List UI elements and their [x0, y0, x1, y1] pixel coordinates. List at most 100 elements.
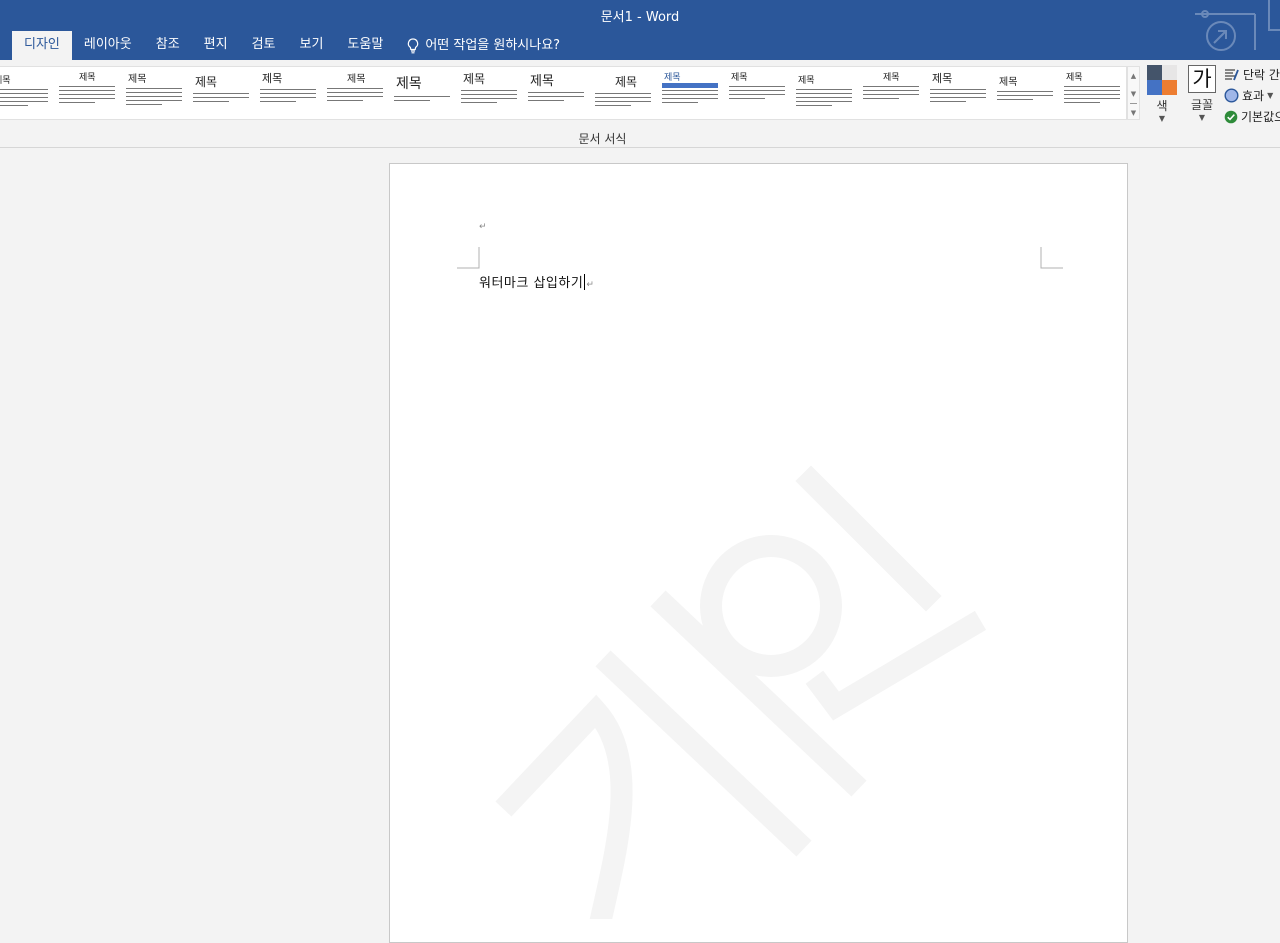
document-body-text[interactable]: 워터마크 삽입하기 ↵: [479, 272, 594, 291]
theme-fonts-button[interactable]: 가 글꼴 ▼: [1186, 64, 1218, 124]
style-set-heading: 제목: [195, 75, 218, 89]
gallery-scroll-down-icon[interactable]: ▼: [1128, 85, 1139, 103]
style-set-text-line: [1064, 98, 1120, 99]
theme-colors-button[interactable]: 색 ▼: [1146, 64, 1178, 124]
style-set-text-line: [729, 90, 785, 91]
style-set-thumbnail[interactable]: 제목: [457, 69, 519, 119]
swatch-cell: [1162, 80, 1177, 95]
effects-button[interactable]: 효과 ▼: [1224, 85, 1280, 106]
style-set-text-line: [997, 91, 1053, 92]
style-set-text-line: [193, 101, 229, 102]
window-title: 문서1 - Word: [600, 10, 680, 25]
style-set-text-line: [126, 100, 182, 101]
style-set-accent-bar: [662, 83, 718, 88]
style-set-text-line: [59, 86, 115, 87]
style-set-thumbnail[interactable]: 제목: [390, 69, 452, 119]
style-set-text-line: [662, 98, 718, 99]
style-set-heading: 제목: [798, 76, 815, 86]
style-set-thumbnail[interactable]: 제목: [993, 69, 1055, 119]
style-set-text-line: [997, 95, 1053, 96]
tell-me-search[interactable]: 어떤 작업을 원하시나요?: [407, 31, 560, 60]
style-set-thumbnail[interactable]: 제목: [725, 69, 787, 119]
style-set-heading: 제목: [79, 73, 96, 83]
style-set-thumbnail[interactable]: 제목: [0, 69, 50, 119]
style-set-thumbnail[interactable]: 제목: [792, 69, 854, 119]
style-set-thumbnail[interactable]: 제목: [591, 69, 653, 119]
style-set-thumbnail[interactable]: 제목: [658, 69, 720, 119]
title-bar-decoration: [1195, 0, 1280, 51]
style-set-thumbnail[interactable]: 제목: [122, 69, 184, 119]
style-set-text-line: [796, 93, 852, 94]
swatch-cell: [1162, 65, 1177, 80]
ribbon-tabs: 디자인 레이아웃 참조 편지 검토 보기 도움말 어떤 작업을 원하시나요?: [12, 31, 560, 60]
gallery-group-label: 문서 서식: [578, 132, 627, 146]
tab-layout[interactable]: 레이아웃: [72, 31, 144, 60]
style-set-heading: 제목: [128, 74, 147, 85]
document-format-gallery: 제목 제목 제목 제목 제목 제목 제목 제목 제목 제목 제목 제목 제목 제목 제목 제목 제목: [0, 66, 1127, 120]
style-set-heading: 제목: [347, 74, 366, 85]
style-set-thumbnail[interactable]: 제목: [55, 69, 117, 119]
style-set-text-line: [729, 98, 765, 99]
style-set-thumbnail[interactable]: 제목: [189, 69, 251, 119]
style-set-thumbnail[interactable]: 제목: [1060, 69, 1122, 119]
paragraph-mark: ↵: [479, 222, 487, 232]
style-set-thumbnail[interactable]: 제목: [524, 69, 586, 119]
tab-mailings[interactable]: 편지: [192, 31, 240, 60]
style-set-text-line: [59, 94, 115, 95]
body-text: 워터마크 삽입하기: [479, 276, 584, 291]
tab-review[interactable]: 검토: [240, 31, 288, 60]
style-set-text-line: [461, 98, 517, 99]
style-set-text-line: [796, 101, 852, 102]
gallery-scrollbar[interactable]: ▲ ▼ ▼: [1127, 66, 1140, 120]
style-set-text-line: [394, 100, 430, 101]
style-set-heading: 제목: [530, 74, 554, 89]
theme-options: 단락 간 효과 ▼ 기본값으: [1224, 64, 1280, 127]
style-set-text-line: [528, 92, 584, 93]
style-set-text-line: [662, 90, 718, 91]
style-set-heading: 제목: [731, 73, 748, 83]
style-set-text-line: [863, 90, 919, 91]
style-set-thumbnail[interactable]: 제목: [323, 69, 385, 119]
style-set-text-line: [662, 102, 698, 103]
gallery-scroll-up-icon[interactable]: ▲: [1128, 67, 1139, 85]
style-set-heading: 제목: [999, 77, 1018, 88]
style-set-text-line: [595, 101, 651, 102]
theme-fonts-label: 글꼴: [1190, 98, 1214, 112]
tab-view[interactable]: 보기: [288, 31, 336, 60]
gallery-more-icon[interactable]: ▼: [1130, 103, 1137, 122]
tab-help[interactable]: 도움말: [335, 31, 395, 60]
effects-icon: [1224, 88, 1239, 103]
style-set-heading: 제목: [0, 76, 11, 86]
paragraph-spacing-button[interactable]: 단락 간: [1224, 64, 1280, 85]
swatch-cell: [1147, 80, 1162, 95]
style-set-text-line: [260, 101, 296, 102]
style-set-thumbnail[interactable]: 제목: [859, 69, 921, 119]
style-set-heading: 제목: [664, 73, 681, 83]
style-set-thumbnail[interactable]: 제목: [256, 69, 318, 119]
style-set-heading: 제목: [883, 73, 900, 83]
style-set-text-line: [595, 93, 651, 94]
style-set-heading: 제목: [463, 72, 486, 86]
tell-me-text: 어떤 작업을 원하시나요?: [425, 37, 561, 53]
tab-references[interactable]: 참조: [144, 31, 192, 60]
tab-design[interactable]: 디자인: [12, 31, 72, 60]
style-set-thumbnail[interactable]: 제목: [926, 69, 988, 119]
style-set-text-line: [1064, 94, 1120, 95]
style-set-text-line: [796, 105, 832, 106]
style-set-text-line: [0, 101, 48, 102]
style-set-text-line: [461, 94, 517, 95]
color-swatch-icon: [1147, 65, 1177, 95]
effects-label: 효과: [1242, 89, 1265, 103]
document-page[interactable]: 개인 ↵ 워터마크 삽입하기↵: [389, 163, 1128, 943]
chevron-down-icon: ▼: [1198, 113, 1206, 122]
margin-crop-mark: [1040, 247, 1063, 269]
theme-colors-label: 색: [1156, 99, 1168, 113]
paragraph-spacing-icon: [1225, 68, 1239, 80]
title-bar: 문서1 - Word 디자인 레이아웃 참조 편지 검토 보기 도움말 어떤 작…: [0, 0, 1280, 60]
paragraph-mark: ↵: [586, 280, 595, 290]
style-set-heading: 제목: [932, 72, 953, 85]
style-set-text-line: [126, 104, 162, 105]
paragraph-spacing-label: 단락 간: [1243, 68, 1280, 82]
style-set-text-line: [863, 98, 899, 99]
set-as-default-button[interactable]: 기본값으: [1224, 106, 1280, 127]
